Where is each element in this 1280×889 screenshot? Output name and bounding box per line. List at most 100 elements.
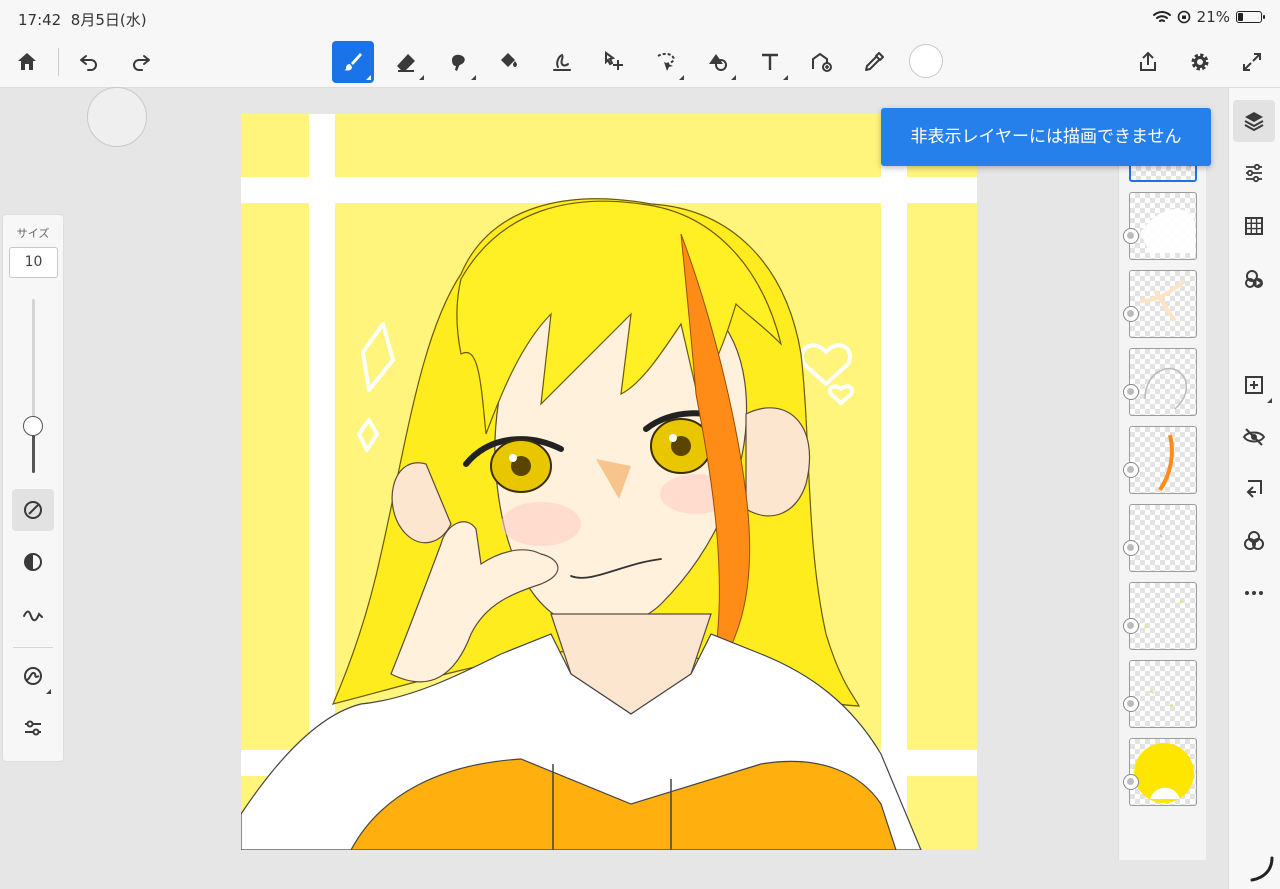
brush-tool-button[interactable]	[332, 41, 374, 83]
adjustments-icon	[1246, 163, 1262, 183]
layer-preview	[1149, 690, 1174, 707]
current-color-swatch[interactable]	[909, 44, 943, 78]
wifi-icon	[1152, 11, 1171, 22]
liquify-tool-button[interactable]	[541, 41, 583, 83]
sliders-icon	[25, 720, 41, 736]
redo-button[interactable]	[120, 41, 162, 83]
eraser-tool-button[interactable]	[385, 41, 427, 83]
layer-thumbnail[interactable]	[1129, 348, 1197, 416]
status-time: 17:42 8月5日(水)	[18, 11, 147, 29]
battery-icon	[1236, 11, 1265, 23]
hide-layer-icon	[1242, 428, 1266, 446]
smudge-icon	[452, 54, 465, 71]
layer-visibility-toggle[interactable]	[1123, 774, 1139, 790]
gear-icon	[1191, 53, 1209, 71]
toolbar	[0, 36, 1280, 88]
size-input[interactable]: 10	[9, 247, 58, 278]
opacity-button[interactable]	[12, 541, 54, 583]
fill-tool-button[interactable]	[489, 41, 531, 83]
add-layer-icon	[1245, 376, 1263, 394]
blend-icon	[1245, 270, 1263, 288]
brush-library-button[interactable]	[12, 655, 54, 697]
fullscreen-button[interactable]	[1231, 41, 1273, 83]
layer-thumbnail[interactable]	[1129, 738, 1197, 806]
redo-icon	[133, 55, 150, 71]
blend-button[interactable]	[1233, 258, 1275, 300]
adjustments-button[interactable]	[1233, 152, 1275, 194]
toast-message: 非表示レイヤーには描画できません	[881, 108, 1211, 166]
layer-preview	[1144, 368, 1187, 410]
blend-mode-icon	[1244, 531, 1264, 550]
layer-preview	[1139, 279, 1187, 323]
right-sidebar	[1228, 88, 1280, 889]
pressure-icon	[24, 501, 42, 519]
layer-visibility-toggle[interactable]	[1123, 228, 1139, 244]
resize-handle-icon	[1250, 856, 1274, 882]
drawing-canvas[interactable]	[241, 114, 977, 850]
share-icon	[1140, 51, 1156, 71]
status-indicators: 21%	[1152, 8, 1265, 26]
brush-library-icon	[24, 667, 42, 685]
undo-icon	[80, 55, 97, 71]
eraser-icon	[397, 54, 415, 72]
eyedropper-tool-button[interactable]	[853, 41, 895, 83]
layers-panel	[1118, 140, 1206, 860]
text-tool-button[interactable]	[749, 41, 791, 83]
brush-size-preview	[87, 87, 147, 147]
add-layer-button[interactable]	[1233, 364, 1275, 406]
eyedropper-icon	[865, 52, 884, 71]
brush-settings-panel: サイズ 10	[2, 214, 64, 762]
pressure-button[interactable]	[12, 489, 54, 531]
layer-thumbnail[interactable]	[1129, 270, 1197, 338]
layer-thumbnail[interactable]	[1129, 192, 1197, 260]
layer-visibility-toggle[interactable]	[1123, 462, 1139, 478]
layer-visibility-toggle[interactable]	[1123, 306, 1139, 322]
more-icon	[1245, 591, 1263, 595]
more-options-button[interactable]	[1233, 572, 1275, 614]
orientation-lock-icon	[1177, 10, 1190, 24]
layer-preview	[1134, 743, 1194, 803]
layer-thumbnail[interactable]	[1129, 660, 1197, 728]
status-bar: 17:42 8月5日(水) 21%	[0, 0, 1280, 36]
layer-preview	[1159, 534, 1163, 538]
hide-layer-button[interactable]	[1233, 416, 1275, 458]
layer-thumbnail[interactable]	[1129, 582, 1197, 650]
layer-thumbnail[interactable]	[1129, 426, 1197, 494]
layers-button[interactable]	[1233, 100, 1275, 142]
layer-visibility-toggle[interactable]	[1123, 618, 1139, 634]
smoothing-button[interactable]	[12, 593, 54, 635]
battery-percent: 21%	[1196, 8, 1230, 26]
merge-down-icon	[1246, 480, 1262, 498]
layer-thumbnail[interactable]	[1129, 504, 1197, 572]
brush-settings-button[interactable]	[12, 707, 54, 749]
brush-icon	[344, 53, 362, 71]
shape-icon	[709, 54, 727, 71]
layer-preview	[1140, 209, 1195, 253]
lasso-select-icon	[657, 52, 675, 71]
share-button[interactable]	[1127, 41, 1169, 83]
grid-icon	[1245, 217, 1263, 235]
size-label: サイズ	[16, 227, 50, 240]
transform-tool-button[interactable]	[593, 41, 635, 83]
layer-visibility-toggle[interactable]	[1123, 696, 1139, 712]
fill-icon	[501, 53, 517, 67]
settings-button[interactable]	[1179, 41, 1221, 83]
smudge-tool-button[interactable]	[437, 41, 479, 83]
shape-tool-button[interactable]	[697, 41, 739, 83]
merge-down-button[interactable]	[1233, 468, 1275, 510]
fullscreen-icon	[1243, 53, 1261, 71]
size-slider-track[interactable]	[32, 299, 35, 473]
blend-mode-button[interactable]	[1233, 520, 1275, 562]
undo-button[interactable]	[68, 41, 110, 83]
size-slider-knob[interactable]	[23, 416, 43, 437]
selection-tool-button[interactable]	[645, 41, 687, 83]
home-button[interactable]	[6, 41, 48, 83]
text-icon	[762, 53, 778, 70]
layer-visibility-toggle[interactable]	[1123, 540, 1139, 556]
image-import-button[interactable]	[801, 41, 843, 83]
layer-visibility-toggle[interactable]	[1123, 384, 1139, 400]
transform-icon	[605, 51, 623, 70]
layers-icon	[1244, 112, 1264, 132]
grid-button[interactable]	[1233, 205, 1275, 247]
home-icon	[18, 53, 36, 70]
